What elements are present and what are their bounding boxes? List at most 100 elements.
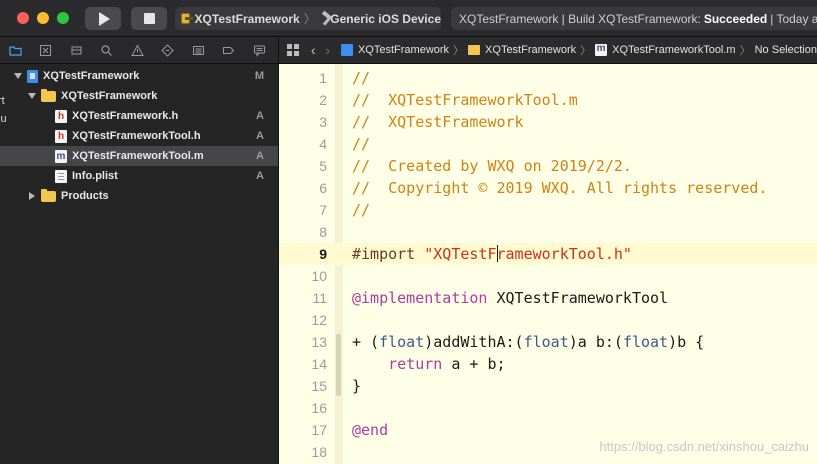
project-navigator: XQTestFramework M XQTestFramework h XQTe… [0,37,278,464]
code-line[interactable]: 16 [279,397,817,419]
code-line[interactable]: 14 return a + b; [279,353,817,375]
zoom-window-button[interactable] [57,12,69,24]
source-control-icon [40,44,52,56]
code-line[interactable]: 11 @implementation XQTestFrameworkTool [279,287,817,309]
breadcrumb-group[interactable]: XQTestFramework [468,44,576,56]
breadcrumb-project[interactable]: XQTestFramework [340,44,450,56]
line-number: 1 [319,70,327,86]
find-navigator-tab[interactable] [92,37,123,64]
minimize-window-button[interactable] [37,12,49,24]
code-line[interactable]: 10 [279,265,817,287]
code-text: // [352,67,370,89]
code-line[interactable]: 3 // XQTestFramework [279,111,817,133]
code-line[interactable]: 4 // [279,133,817,155]
report-navigator-tab[interactable] [244,37,275,64]
disclosure-triangle-closed[interactable] [27,191,37,201]
code-text: @implementation XQTestFrameworkTool [352,287,668,309]
breadcrumb-label: XQTestFramework [357,44,450,56]
line-number: 14 [311,356,327,372]
stop-button[interactable] [131,7,167,30]
tree-row-project[interactable]: XQTestFramework M [0,66,278,86]
forward-arrow-icon[interactable]: › [320,42,334,58]
symbol-navigator-tab[interactable] [61,37,92,64]
tree-item-label: XQTestFramework [43,70,140,82]
code-line-current[interactable]: 9 #import "XQTestFrameworkTool.h" [279,243,817,265]
implementation-file-icon [595,43,608,56]
window-toolbar: XQTestFramework 〉 Generic iOS Device XQT… [0,0,817,37]
code-line[interactable]: 2 // XQTestFrameworkTool.m [279,89,817,111]
line-number: 12 [311,312,327,328]
breadcrumb-label: XQTestFramework [485,44,577,56]
file-tree: XQTestFramework M XQTestFramework h XQTe… [0,64,278,206]
line-number: 2 [319,92,327,108]
breakpoint-navigator-tab[interactable] [214,37,245,64]
back-arrow-icon[interactable]: ‹ [306,42,320,58]
code-line[interactable]: 7 // [279,199,817,221]
code-token: rameworkTool.h" [496,245,632,263]
related-items-grid-icon[interactable] [287,44,299,56]
source-control-navigator-tab[interactable] [31,37,62,64]
code-token: } [352,377,362,395]
line-number: 4 [319,136,327,152]
issue-navigator-tab[interactable] [122,37,153,64]
line-number: 11 [312,290,327,306]
code-token: )a b:( [568,333,623,351]
scheme-selector[interactable]: XQTestFramework 〉 Generic iOS Device [175,7,441,30]
chevron-right-icon: 〉 [580,45,592,57]
code-line[interactable]: 15} [279,375,817,397]
tree-row-group-folder[interactable]: Products [0,186,278,206]
folder-icon [468,45,481,55]
run-button[interactable] [85,7,121,30]
stop-icon [143,13,155,24]
code-text: // [352,133,370,155]
code-line[interactable]: 6 // Copyright © 2019 WXQ. All rights res… [279,177,817,199]
plist-file-icon [55,169,67,183]
code-line[interactable]: 17 @end [279,419,817,441]
tree-item-label: XQTestFrameworkTool.h [72,130,201,142]
tree-row-file[interactable]: h XQTestFrameworkTool.h A [0,126,278,146]
tree-row-file[interactable]: Info.plist A [0,166,278,186]
project-navigator-tab[interactable] [0,37,31,64]
code-token: // XQTestFramework [352,113,524,131]
breadcrumb-file[interactable]: XQTestFrameworkTool.m [595,43,736,56]
code-line[interactable]: 5 // Created by WXQ on 2019/2/2. [279,155,817,177]
code-line[interactable]: 13 + (float)addWithA:(float)a b:(float)b … [279,331,817,353]
debug-navigator-tab[interactable] [183,37,214,64]
warning-icon [130,43,144,56]
tree-item-label: XQTestFramework [61,90,158,102]
disclosure-triangle-open[interactable] [27,91,37,101]
code-line[interactable]: 12 [279,309,817,331]
tree-row-file[interactable]: h XQTestFramework.h A [0,106,278,126]
line-number: 10 [311,268,327,284]
source-editor[interactable]: 1 // 2 // XQTestFrameworkTool.m 3 // XQTestFr… [279,64,817,464]
watermark-text: https://blog.csdn.net/xinshou_caizhu [599,439,809,454]
test-navigator-tab[interactable] [153,37,184,64]
code-token: // [352,69,371,87]
breadcrumb-selection[interactable]: No Selection [755,44,817,56]
close-window-button[interactable] [17,12,29,24]
scheme-name: XQTestFramework [194,11,300,26]
background-window-text: rt [0,95,5,107]
code-line[interactable]: 1 // [279,67,817,89]
destination-name[interactable]: Generic iOS Device [330,12,441,26]
line-number: 7 [319,202,327,218]
code-token: #import [352,245,425,263]
code-token: // Created by WXQ on 2019/2/2. [352,157,632,175]
source-control-badge: A [256,110,264,122]
background-window-text: iu [0,113,7,125]
code-line[interactable]: 8 [279,221,817,243]
implementation-file-icon: m [55,149,67,163]
line-number: 8 [319,224,327,240]
code-token: // Copyright © 2019 WXQ. All rights rese… [352,179,768,197]
header-file-icon: h [55,109,67,123]
code-token: @end [352,421,389,439]
tree-row-group-folder[interactable]: XQTestFramework [0,86,278,106]
line-number: 16 [311,400,327,416]
folder-icon [41,88,56,102]
jump-bar: ‹ › XQTestFramework 〉 XQTestFramework 〉 … [279,37,817,64]
tree-row-file-selected[interactable]: m XQTestFrameworkTool.m A [0,146,278,166]
symbol-icon [71,46,82,54]
source-control-badge: A [256,150,264,162]
disclosure-triangle-open[interactable] [13,71,23,81]
